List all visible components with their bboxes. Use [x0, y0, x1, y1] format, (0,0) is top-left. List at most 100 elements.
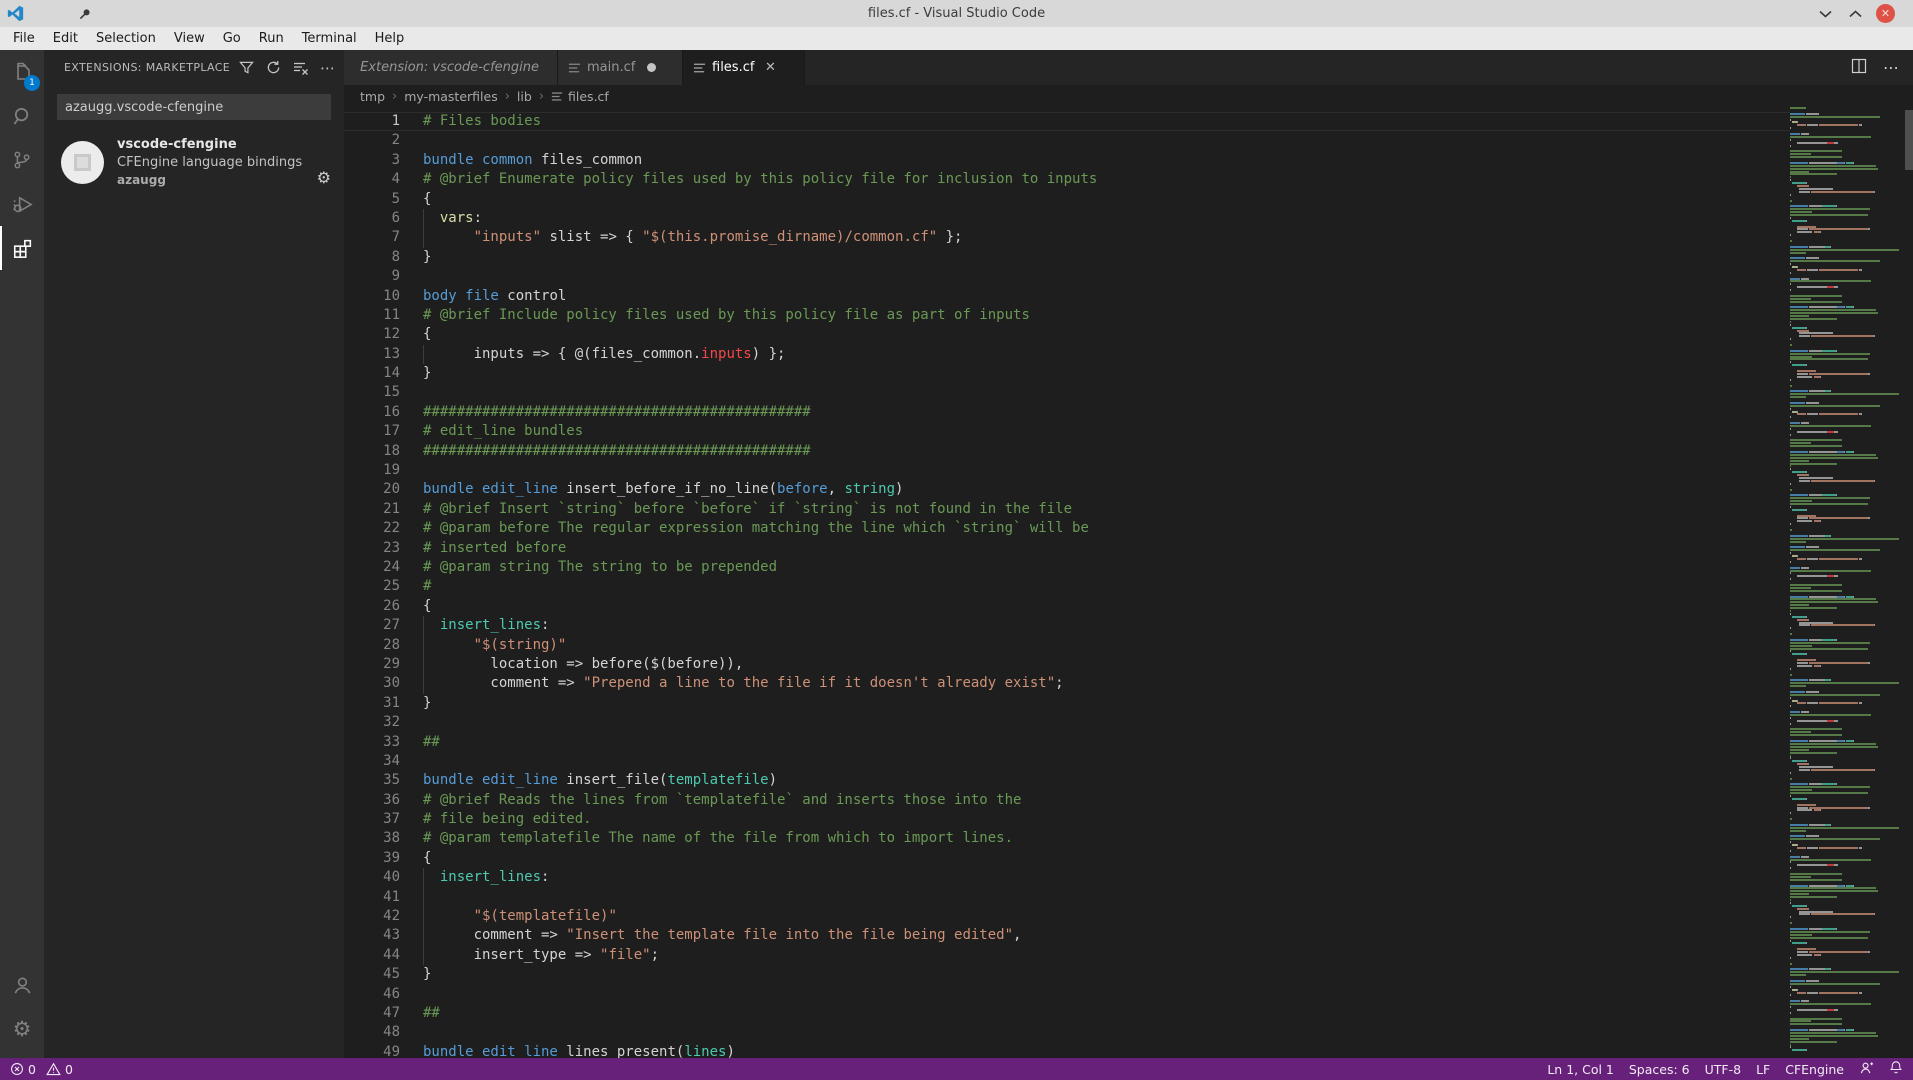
- close-tab-icon[interactable]: ✕: [762, 60, 778, 75]
- code-line[interactable]: 31}: [344, 694, 1790, 713]
- code-line[interactable]: 48: [344, 1023, 1790, 1042]
- menu-item-run[interactable]: Run: [250, 27, 293, 50]
- minimap[interactable]: [1790, 107, 1905, 1058]
- close-button[interactable]: ✕: [1876, 4, 1895, 23]
- code-line[interactable]: 43 comment => "Insert the template file …: [344, 926, 1790, 945]
- feedback-icon[interactable]: [1859, 1061, 1874, 1078]
- code-line[interactable]: 5{: [344, 190, 1790, 209]
- search-icon[interactable]: [0, 94, 44, 138]
- code-line[interactable]: 23# inserted before: [344, 539, 1790, 558]
- code-line[interactable]: 26{: [344, 597, 1790, 616]
- code-line[interactable]: 39{: [344, 849, 1790, 868]
- code-line[interactable]: 11# @brief Include policy files used by …: [344, 306, 1790, 325]
- code-line[interactable]: 24# @param string The string to be prepe…: [344, 558, 1790, 577]
- language-mode[interactable]: CFEngine: [1785, 1062, 1844, 1077]
- breadcrumb-item-lib[interactable]: lib: [517, 89, 532, 104]
- minimize-button[interactable]: [1816, 5, 1834, 23]
- cursor-position[interactable]: Ln 1, Col 1: [1547, 1062, 1614, 1077]
- line-number: 1: [344, 112, 400, 131]
- code-line[interactable]: 3bundle common files_common: [344, 151, 1790, 170]
- code-line[interactable]: 18######################################…: [344, 442, 1790, 461]
- menu-item-file[interactable]: File: [4, 27, 44, 50]
- code-line[interactable]: 41: [344, 888, 1790, 907]
- code-line[interactable]: 17# edit_line bundles: [344, 422, 1790, 441]
- code-editor[interactable]: 1# Files bodies23bundle common files_com…: [344, 107, 1790, 1058]
- tab-main-cf[interactable]: main.cf: [558, 50, 683, 85]
- code-line[interactable]: 46: [344, 985, 1790, 1004]
- filter-icon[interactable]: [238, 59, 255, 76]
- code-line[interactable]: 13 inputs => { @(files_common.inputs) };: [344, 345, 1790, 364]
- extensions-search-input[interactable]: [57, 94, 331, 120]
- code-line[interactable]: 7 "inputs" slist => { "$(this.promise_di…: [344, 228, 1790, 247]
- problems-indicator[interactable]: 0 0: [10, 1062, 73, 1077]
- extension-manage-gear-icon[interactable]: ⚙: [317, 170, 331, 186]
- code-line[interactable]: 25#: [344, 577, 1790, 596]
- menu-item-view[interactable]: View: [165, 27, 214, 50]
- clear-search-results-icon[interactable]: [292, 59, 309, 76]
- code-line[interactable]: 44 insert_type => "file";: [344, 946, 1790, 965]
- menu-item-go[interactable]: Go: [214, 27, 250, 50]
- refresh-icon[interactable]: [265, 59, 282, 76]
- code-line[interactable]: 36# @brief Reads the lines from `templat…: [344, 791, 1790, 810]
- eol-setting[interactable]: LF: [1756, 1062, 1770, 1077]
- explorer-icon[interactable]: 1: [0, 50, 44, 94]
- code-line[interactable]: 2: [344, 131, 1790, 150]
- code-line[interactable]: 6 vars:: [344, 209, 1790, 228]
- code-line[interactable]: 45}: [344, 965, 1790, 984]
- tab-extension-vscode-cfengine[interactable]: Extension: vscode-cfengine: [344, 50, 558, 85]
- settings-gear-icon[interactable]: ⚙: [0, 1007, 44, 1051]
- code-line[interactable]: 19: [344, 461, 1790, 480]
- code-line[interactable]: 20bundle edit_line insert_before_if_no_l…: [344, 480, 1790, 499]
- breadcrumb-item-file[interactable]: files.cf: [551, 89, 609, 104]
- modified-dot-icon[interactable]: [647, 63, 656, 72]
- code-line[interactable]: 49bundle edit_line lines_present(lines): [344, 1043, 1790, 1058]
- breadcrumb-item-my-masterfiles[interactable]: my-masterfiles: [404, 89, 498, 104]
- code-line[interactable]: 1# Files bodies: [344, 112, 1790, 131]
- code-line[interactable]: 32: [344, 713, 1790, 732]
- code-line[interactable]: 10body file control: [344, 287, 1790, 306]
- code-line[interactable]: 12{: [344, 325, 1790, 344]
- menu-item-selection[interactable]: Selection: [87, 27, 165, 50]
- code-line[interactable]: 15: [344, 383, 1790, 402]
- scrollbar-thumb[interactable]: [1905, 110, 1913, 170]
- extension-list-item[interactable]: vscode-cfengine CFEngine language bindin…: [44, 132, 344, 194]
- code-line[interactable]: 40 insert_lines:: [344, 868, 1790, 887]
- editor-more-actions-icon[interactable]: ⋯: [1883, 58, 1899, 77]
- code-line[interactable]: 33##: [344, 733, 1790, 752]
- more-actions-icon[interactable]: ⋯: [319, 59, 336, 76]
- code-line[interactable]: 22# @param before The regular expression…: [344, 519, 1790, 538]
- code-line[interactable]: 9: [344, 267, 1790, 286]
- code-line[interactable]: 21# @brief Insert `string` before `befor…: [344, 500, 1790, 519]
- code-line[interactable]: 29 location => before($(before)),: [344, 655, 1790, 674]
- code-line[interactable]: 28 "$(string)": [344, 636, 1790, 655]
- code-line[interactable]: 37# file being edited.: [344, 810, 1790, 829]
- code-line[interactable]: 30 comment => "Prepend a line to the fil…: [344, 674, 1790, 693]
- split-editor-icon[interactable]: [1851, 58, 1867, 78]
- code-line[interactable]: 34: [344, 752, 1790, 771]
- breadcrumb-item-tmp[interactable]: tmp: [360, 89, 385, 104]
- code-line[interactable]: 38# @param templatefile The name of the …: [344, 829, 1790, 848]
- code-line[interactable]: 4# @brief Enumerate policy files used by…: [344, 170, 1790, 189]
- maximize-button[interactable]: [1846, 5, 1864, 23]
- encoding-setting[interactable]: UTF-8: [1705, 1062, 1741, 1077]
- code-line[interactable]: 8}: [344, 248, 1790, 267]
- code-line[interactable]: 16######################################…: [344, 403, 1790, 422]
- code-line[interactable]: 14}: [344, 364, 1790, 383]
- code-line[interactable]: 42 "$(templatefile)": [344, 907, 1790, 926]
- breadcrumb: tmp › my-masterfiles › lib › files.cf: [344, 85, 1913, 107]
- menu-item-terminal[interactable]: Terminal: [293, 27, 366, 50]
- indentation-setting[interactable]: Spaces: 6: [1629, 1062, 1690, 1077]
- account-icon[interactable]: [0, 963, 44, 1007]
- menu-item-help[interactable]: Help: [366, 27, 414, 50]
- code-line[interactable]: 47##: [344, 1004, 1790, 1023]
- extensions-icon[interactable]: [0, 226, 44, 270]
- tab-files-cf[interactable]: files.cf ✕: [683, 50, 805, 85]
- menu-item-edit[interactable]: Edit: [44, 27, 87, 50]
- code-line[interactable]: 35bundle edit_line insert_file(templatef…: [344, 771, 1790, 790]
- run-debug-icon[interactable]: [0, 182, 44, 226]
- source-control-icon[interactable]: [0, 138, 44, 182]
- editor-scrollbar[interactable]: [1905, 107, 1913, 1058]
- notifications-bell-icon[interactable]: [1889, 1060, 1903, 1078]
- sidebar-header: EXTENSIONS: MARKETPLACE ⋯: [44, 50, 344, 85]
- code-line[interactable]: 27 insert_lines:: [344, 616, 1790, 635]
